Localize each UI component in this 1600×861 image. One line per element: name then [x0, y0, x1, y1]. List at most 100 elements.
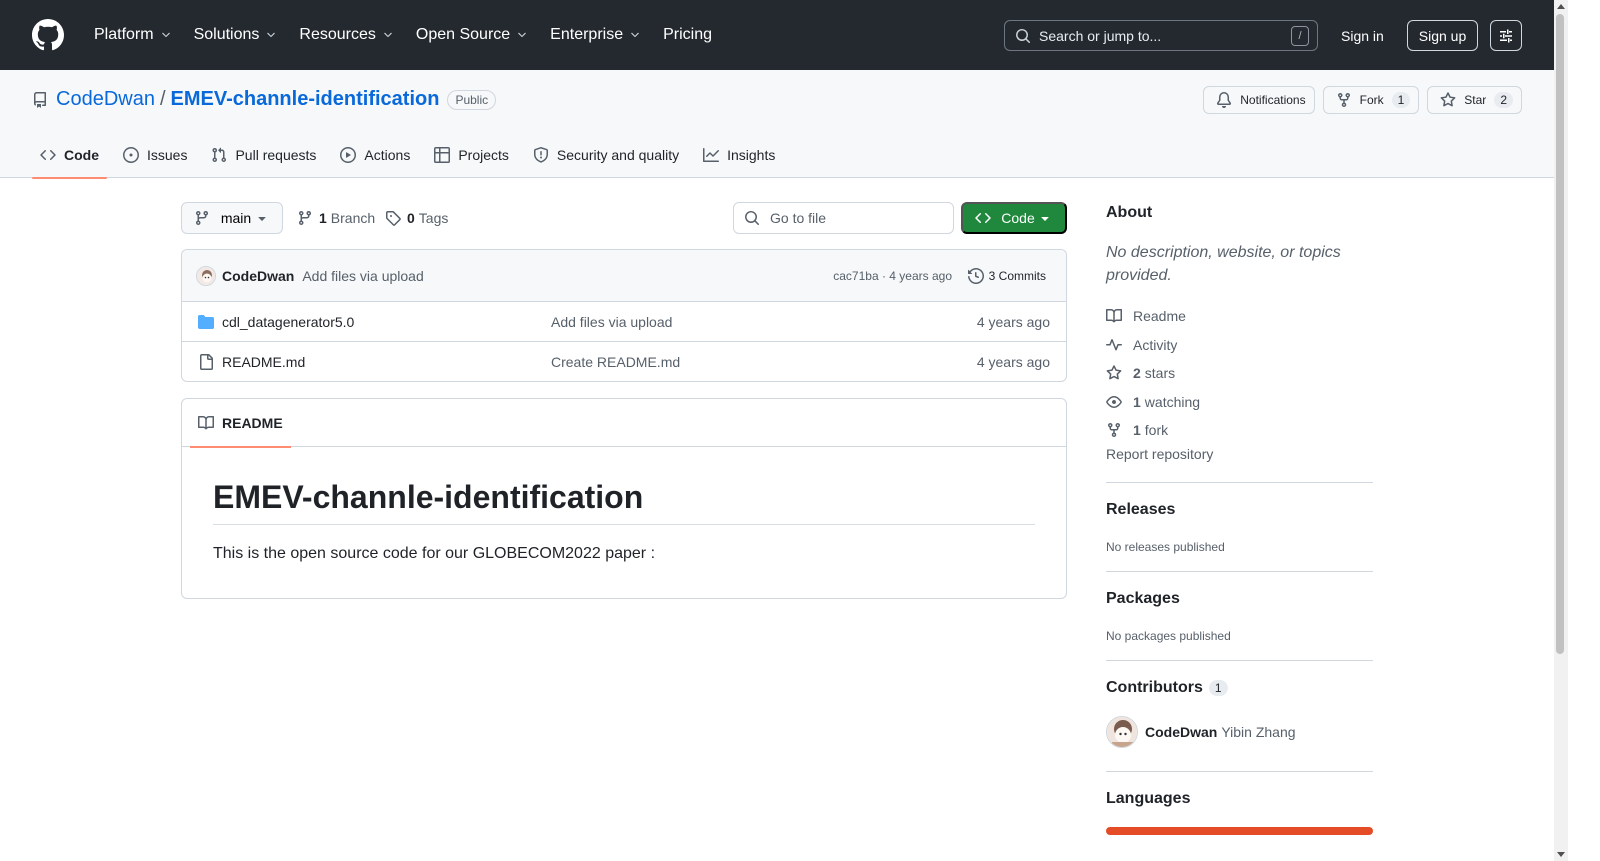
repo-icon	[34, 91, 46, 108]
packages-heading-label: Packages	[1106, 590, 1180, 607]
commits-count-label: 3 Commits	[988, 268, 1046, 283]
activity-link[interactable]: Activity	[1106, 331, 1373, 360]
notifications-button[interactable]: Notifications	[1203, 86, 1315, 114]
tag-count-label: Tags	[418, 210, 449, 226]
scroll-up-arrow-icon[interactable]	[1557, 4, 1565, 9]
contributor-item[interactable]: CodeDwan Yibin Zhang	[1106, 716, 1373, 748]
tab-issues[interactable]: Issues	[115, 132, 195, 178]
sign-in-link[interactable]: Sign in	[1329, 20, 1396, 51]
divider	[1106, 482, 1373, 483]
branch-name: main	[220, 210, 252, 226]
readme-link[interactable]: Readme	[1106, 302, 1373, 331]
repo-title: CodeDwan / EMEV-channle-identification P…	[32, 88, 497, 111]
tab-actions[interactable]: Actions	[332, 132, 418, 178]
code-icon	[40, 149, 56, 161]
about-list: Readme Activity 2 stars 1 watching 1 for…	[1106, 302, 1373, 445]
file-name-link[interactable]: README.md	[222, 354, 305, 370]
repo-owner-link[interactable]: CodeDwan	[56, 88, 155, 111]
mobile-menu-button[interactable]	[1490, 20, 1522, 51]
page-scrollbar[interactable]	[1554, 0, 1568, 861]
star-icon	[1106, 365, 1122, 380]
visibility-badge: Public	[447, 89, 497, 110]
tab-projects[interactable]: Projects	[426, 132, 517, 178]
commit-message-link[interactable]: Add files via upload	[302, 268, 423, 284]
watchers-link[interactable]: 1 watching	[1106, 388, 1373, 417]
forks-link[interactable]: 1 fork	[1106, 416, 1373, 445]
avatar[interactable]	[1106, 716, 1138, 748]
tags-link[interactable]: 0 Tags	[385, 202, 448, 234]
file-name-link[interactable]: cdl_datagenerator5.0	[222, 314, 354, 330]
search-input[interactable]: Search or jump to... /	[1004, 20, 1318, 51]
code-dropdown-button[interactable]: Code	[961, 202, 1067, 234]
commit-author-link[interactable]: CodeDwan	[222, 268, 294, 284]
star-icon	[1440, 92, 1456, 107]
branch-select-button[interactable]: main	[181, 202, 283, 234]
search-placeholder: Search or jump to...	[1039, 27, 1162, 44]
github-logo-icon[interactable]	[32, 19, 64, 51]
table-row[interactable]: README.md Create README.md 4 years ago	[182, 342, 1066, 381]
folder-icon	[198, 314, 214, 329]
graph-icon	[703, 148, 720, 162]
tab-code-label: Code	[64, 147, 99, 163]
nav-enterprise[interactable]: Enterprise	[542, 19, 649, 51]
file-commit-message[interactable]: Create README.md	[551, 354, 680, 370]
book-icon	[1106, 309, 1122, 323]
file-commit-message[interactable]: Add files via upload	[551, 314, 672, 330]
nav-resources[interactable]: Resources	[291, 19, 401, 51]
nav-resources-label: Resources	[299, 26, 376, 43]
avatar[interactable]	[196, 265, 216, 286]
activity-link-label: Activity	[1133, 336, 1178, 353]
contributors-heading[interactable]: Contributors 1	[1106, 679, 1373, 697]
chevron-down-icon	[518, 32, 526, 38]
watching-label: watching	[1144, 393, 1201, 410]
scroll-thumb[interactable]	[1556, 14, 1564, 654]
sign-up-button[interactable]: Sign up	[1407, 20, 1478, 51]
readme-tab[interactable]: README	[190, 399, 291, 448]
chevron-down-icon	[384, 32, 392, 38]
tag-count: 0	[407, 210, 415, 226]
fork-button[interactable]: Fork 1	[1322, 86, 1420, 114]
nav-open-source[interactable]: Open Source	[408, 19, 536, 51]
releases-heading[interactable]: Releases	[1106, 501, 1373, 519]
file-toolbar: main 1 Branch 0 Tags Go to file Code	[181, 202, 1067, 234]
scroll-down-arrow-icon[interactable]	[1557, 852, 1565, 857]
repo-name-link[interactable]: EMEV-channle-identification	[171, 88, 440, 111]
pull-request-icon	[212, 147, 227, 163]
code-button-label: Code	[1001, 210, 1035, 226]
tab-pull-requests[interactable]: Pull requests	[203, 132, 324, 178]
tab-actions-label: Actions	[364, 147, 411, 163]
tag-icon	[386, 211, 401, 226]
search-icon	[745, 211, 760, 226]
go-to-file-input[interactable]: Go to file	[733, 202, 954, 234]
commit-hash-time[interactable]: cac71ba · 4 years ago	[833, 269, 952, 283]
star-button[interactable]: Star 2	[1427, 86, 1522, 114]
packages-heading[interactable]: Packages	[1106, 590, 1373, 608]
stars-link[interactable]: 2 stars	[1106, 359, 1373, 388]
notifications-label: Notifications	[1240, 93, 1306, 107]
report-repository-link[interactable]: Report repository	[1106, 446, 1373, 462]
table-row[interactable]: cdl_datagenerator5.0 Add files via uploa…	[182, 302, 1066, 342]
nav-platform-label: Platform	[94, 26, 154, 43]
right-gutter	[1568, 0, 1600, 861]
languages-heading: Languages	[1106, 790, 1373, 808]
chevron-down-icon	[631, 32, 639, 38]
language-bar	[1106, 827, 1373, 835]
nav-platform[interactable]: Platform	[86, 19, 180, 51]
readme-body: This is the open source code for our GLO…	[213, 545, 656, 562]
branch-icon	[195, 211, 208, 226]
caret-down-icon	[258, 217, 266, 221]
nav-enterprise-label: Enterprise	[550, 26, 624, 43]
tab-insights-label: Insights	[727, 147, 776, 163]
tab-insights[interactable]: Insights	[695, 132, 783, 178]
nav-solutions[interactable]: Solutions	[186, 19, 286, 51]
tab-security[interactable]: Security and quality	[525, 132, 687, 178]
tab-code[interactable]: Code	[32, 132, 107, 179]
releases-empty-text: No releases published	[1106, 540, 1225, 554]
nav-open-source-label: Open Source	[415, 26, 511, 43]
nav-pricing[interactable]: Pricing	[655, 19, 720, 51]
contributors-heading-label: Contributors	[1106, 679, 1203, 696]
file-date: 4 years ago	[976, 354, 1050, 370]
commits-history-link[interactable]: 3 Commits	[967, 267, 1046, 284]
history-icon	[967, 267, 984, 284]
branches-link[interactable]: 1 Branch	[297, 202, 375, 234]
